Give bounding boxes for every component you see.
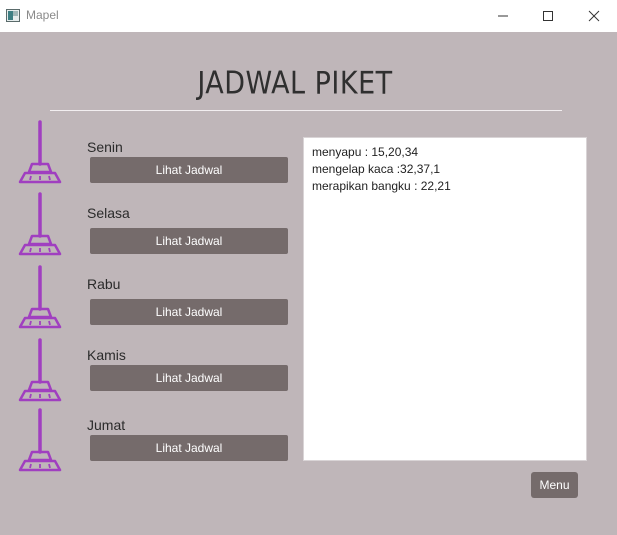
broom-icon bbox=[18, 120, 62, 184]
menu-button[interactable]: Menu bbox=[531, 472, 578, 498]
title-bar: Mapel bbox=[0, 0, 617, 32]
day-label-kamis: Kamis bbox=[87, 347, 126, 363]
main-panel: JADWAL PIKET Senin Lihat Jadwal Selasa L… bbox=[0, 32, 617, 535]
day-label-rabu: Rabu bbox=[87, 276, 121, 292]
day-label-senin: Senin bbox=[87, 139, 123, 155]
broom-icon bbox=[18, 265, 62, 329]
schedule-line: menyapu : 15,20,34 bbox=[312, 145, 419, 159]
lihat-jadwal-kamis-button[interactable]: Lihat Jadwal bbox=[90, 365, 288, 391]
page-title: JADWAL PIKET bbox=[197, 65, 393, 102]
lihat-jadwal-jumat-button[interactable]: Lihat Jadwal bbox=[90, 435, 288, 461]
close-icon bbox=[588, 10, 600, 22]
lihat-jadwal-selasa-button[interactable]: Lihat Jadwal bbox=[90, 228, 288, 254]
minimize-button[interactable] bbox=[480, 0, 526, 32]
title-divider bbox=[50, 110, 562, 111]
broom-icon bbox=[18, 338, 62, 402]
minimize-icon bbox=[498, 15, 508, 17]
maximize-icon bbox=[543, 11, 553, 21]
day-label-selasa: Selasa bbox=[87, 205, 130, 221]
close-button[interactable] bbox=[571, 0, 617, 32]
window-title: Mapel bbox=[26, 8, 59, 22]
broom-icon bbox=[18, 192, 62, 256]
schedule-line: mengelap kaca :32,37,1 bbox=[312, 162, 441, 176]
lihat-jadwal-senin-button[interactable]: Lihat Jadwal bbox=[90, 157, 288, 183]
schedule-textarea[interactable]: menyapu : 15,20,34 mengelap kaca :32,37,… bbox=[303, 137, 587, 461]
maximize-button[interactable] bbox=[525, 0, 571, 32]
day-label-jumat: Jumat bbox=[87, 417, 126, 433]
app-icon bbox=[6, 9, 20, 22]
lihat-jadwal-rabu-button[interactable]: Lihat Jadwal bbox=[90, 299, 288, 325]
broom-icon bbox=[18, 408, 62, 472]
schedule-line: merapikan bangku : 22,21 bbox=[312, 179, 451, 193]
